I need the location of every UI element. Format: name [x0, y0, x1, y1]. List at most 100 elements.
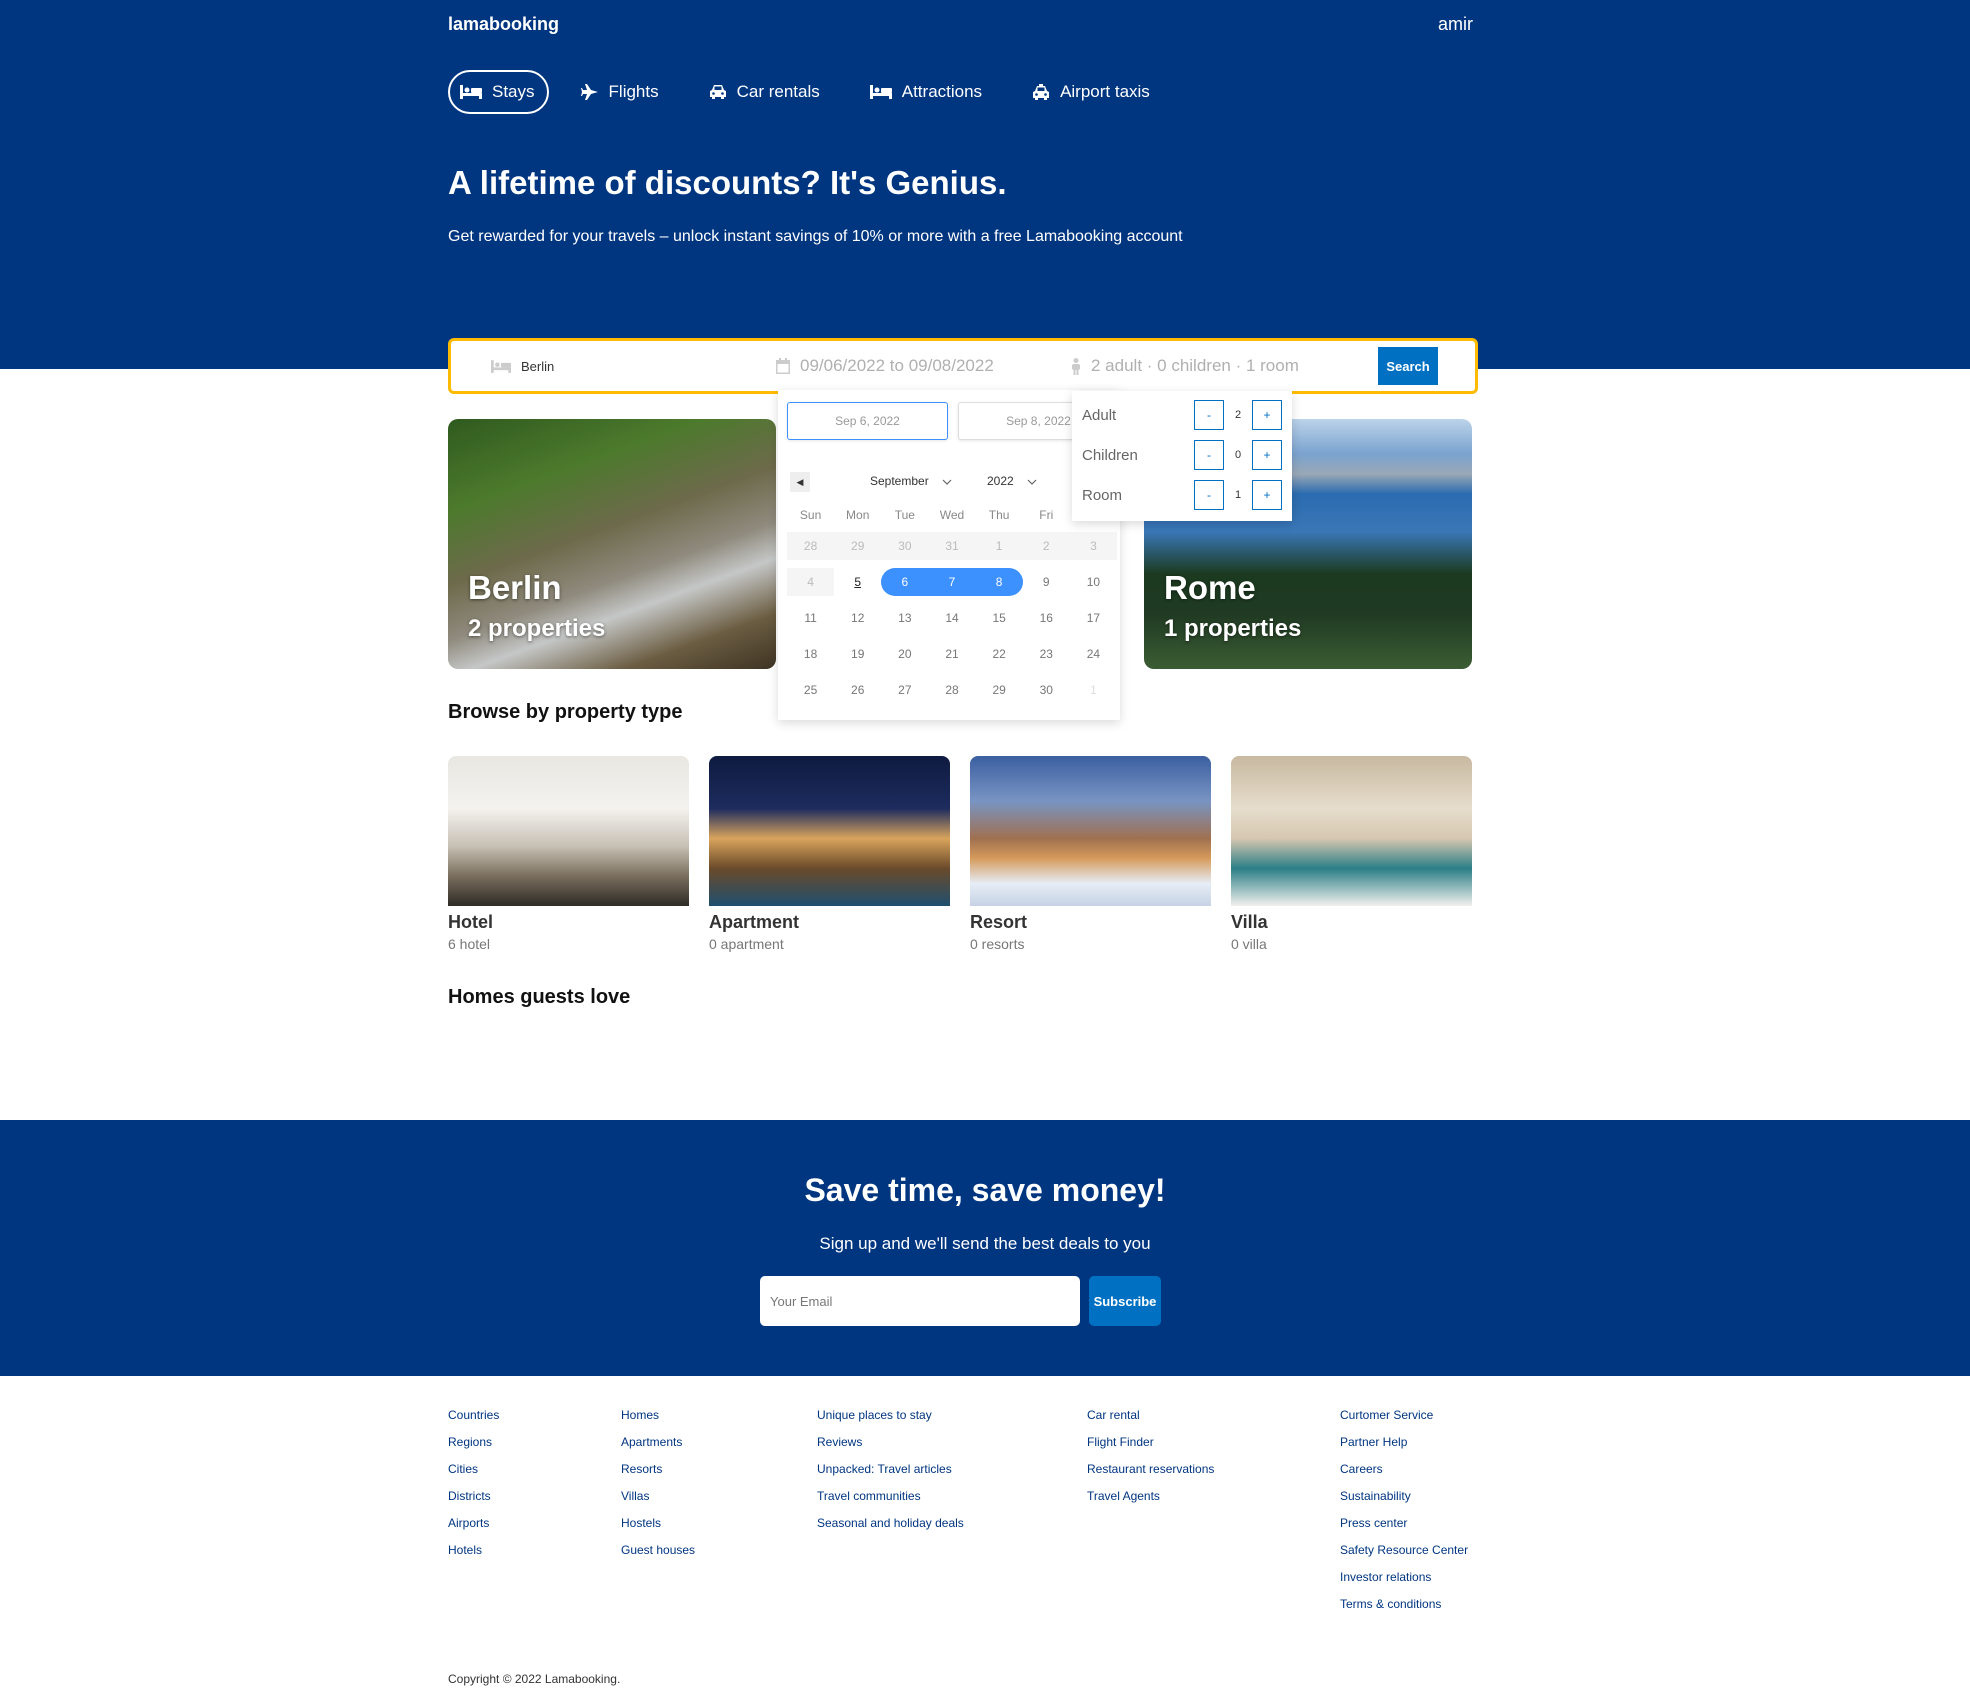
guests-field[interactable]: 2 adult · 0 children · 1 room	[1071, 341, 1299, 391]
calendar-day[interactable]: 2	[1022, 532, 1070, 560]
calendar-day[interactable]: 17	[1070, 604, 1117, 632]
footer-link[interactable]: Car rental	[1087, 1407, 1214, 1434]
calendar-day[interactable]: 25	[787, 676, 834, 704]
calendar-day[interactable]: 14	[928, 604, 975, 632]
footer-link[interactable]: Terms & conditions	[1340, 1596, 1468, 1623]
calendar-day[interactable]: 30	[1023, 676, 1070, 704]
property-type-resort[interactable]: Resort 0 resorts	[970, 756, 1211, 952]
footer-link[interactable]: Districts	[448, 1488, 499, 1515]
property-type-hotel[interactable]: Hotel 6 hotel	[448, 756, 689, 952]
nav-airport-taxis[interactable]: Airport taxis	[1014, 70, 1168, 114]
search-button[interactable]: Search	[1378, 347, 1438, 385]
increment-button[interactable]: +	[1252, 400, 1282, 430]
increment-button[interactable]: +	[1252, 440, 1282, 470]
calendar-day[interactable]: 1	[1070, 676, 1117, 704]
footer-link[interactable]: Travel communities	[817, 1488, 964, 1515]
month-select[interactable]: September	[870, 474, 952, 488]
footer-link[interactable]: Careers	[1340, 1461, 1468, 1488]
nav-stays[interactable]: Stays	[448, 70, 549, 114]
user-name[interactable]: amir	[1437, 14, 1473, 35]
date-range-inputs: Sep 6, 2022 Sep 8, 2022	[787, 402, 1119, 440]
footer-link[interactable]: Travel Agents	[1087, 1488, 1214, 1515]
email-input[interactable]: Your Email	[760, 1276, 1080, 1326]
nav-flights[interactable]: Flights	[563, 70, 677, 114]
start-date-input[interactable]: Sep 6, 2022	[787, 402, 948, 440]
property-image	[709, 756, 950, 906]
property-type-apartment[interactable]: Apartment 0 apartment	[709, 756, 950, 952]
nav-attractions[interactable]: Attractions	[852, 70, 1000, 114]
footer-link[interactable]: Safety Resource Center	[1340, 1542, 1468, 1569]
copyright: Copyright © 2022 Lamabooking.	[448, 1672, 621, 1686]
logo[interactable]: lamabooking	[448, 14, 559, 35]
calendar-day[interactable]: 18	[787, 640, 834, 668]
calendar-day[interactable]: 20	[881, 640, 928, 668]
featured-berlin[interactable]: Berlin 2 properties	[448, 419, 776, 669]
footer-link[interactable]: Sustainability	[1340, 1488, 1468, 1515]
calendar-day[interactable]: 1	[975, 532, 1023, 560]
calendar-day[interactable]: 13	[881, 604, 928, 632]
footer-link[interactable]: Curtomer Service	[1340, 1407, 1468, 1434]
calendar-day[interactable]: 3	[1069, 532, 1117, 560]
calendar-day[interactable]: 27	[881, 676, 928, 704]
increment-button[interactable]: +	[1252, 480, 1282, 510]
calendar-day[interactable]: 16	[1023, 604, 1070, 632]
calendar-day[interactable]: 12	[834, 604, 881, 632]
car-icon	[709, 85, 726, 99]
calendar-day[interactable]: 28	[787, 532, 835, 560]
calendar-day-today[interactable]: 5	[834, 568, 881, 596]
calendar-day[interactable]: 26	[834, 676, 881, 704]
footer-link[interactable]: Guest houses	[621, 1542, 695, 1569]
calendar-day[interactable]: 24	[1070, 640, 1117, 668]
calendar-day-selected[interactable]: 6	[881, 568, 929, 596]
calendar-day[interactable]: 10	[1070, 568, 1117, 596]
calendar-week: 11 12 13 14 15 16 17	[787, 600, 1117, 636]
decrement-button[interactable]: -	[1194, 480, 1224, 510]
nav-car-rentals[interactable]: Car rentals	[691, 70, 838, 114]
calendar-day[interactable]: 28	[928, 676, 975, 704]
destination-field[interactable]: Berlin	[491, 341, 554, 391]
footer-link[interactable]: Cities	[448, 1461, 499, 1488]
option-room: Room - 1 +	[1082, 479, 1282, 511]
footer-link[interactable]: Hostels	[621, 1515, 695, 1542]
footer-link[interactable]: Hotels	[448, 1542, 499, 1569]
footer-link[interactable]: Apartments	[621, 1434, 695, 1461]
calendar-day[interactable]: 31	[928, 532, 976, 560]
footer-link[interactable]: Press center	[1340, 1515, 1468, 1542]
calendar-day[interactable]: 11	[787, 604, 834, 632]
featured-count: 2 properties	[468, 615, 606, 642]
calendar-day-selected[interactable]: 8	[975, 568, 1023, 596]
footer-link[interactable]: Seasonal and holiday deals	[817, 1515, 964, 1542]
property-type-villa[interactable]: Villa 0 villa	[1231, 756, 1472, 952]
footer-link[interactable]: Flight Finder	[1087, 1434, 1214, 1461]
footer-link[interactable]: Resorts	[621, 1461, 695, 1488]
calendar-day[interactable]: 9	[1023, 568, 1070, 596]
footer-link[interactable]: Airports	[448, 1515, 499, 1542]
date-field[interactable]: 09/06/2022 to 09/08/2022	[776, 341, 994, 391]
footer-link[interactable]: Regions	[448, 1434, 499, 1461]
year-select[interactable]: 2022	[987, 474, 1037, 488]
calendar-day[interactable]: 22	[976, 640, 1023, 668]
subscribe-button[interactable]: Subscribe	[1089, 1276, 1161, 1326]
footer-link[interactable]: Partner Help	[1340, 1434, 1468, 1461]
footer-link[interactable]: Reviews	[817, 1434, 964, 1461]
footer-link[interactable]: Countries	[448, 1407, 499, 1434]
footer-link[interactable]: Unpacked: Travel articles	[817, 1461, 964, 1488]
calendar-day[interactable]: 19	[834, 640, 881, 668]
calendar-day[interactable]: 29	[976, 676, 1023, 704]
footer-link[interactable]: Villas	[621, 1488, 695, 1515]
calendar-day-in-range[interactable]: 7	[928, 568, 976, 596]
calendar-day[interactable]: 29	[834, 532, 882, 560]
prev-month-button[interactable]: ◀	[790, 472, 810, 492]
calendar-day[interactable]: 15	[976, 604, 1023, 632]
footer-link[interactable]: Investor relations	[1340, 1569, 1468, 1596]
footer-link[interactable]: Unique places to stay	[817, 1407, 964, 1434]
footer-link[interactable]: Restaurant reservations	[1087, 1461, 1214, 1488]
calendar-day[interactable]: 21	[928, 640, 975, 668]
footer-link[interactable]: Homes	[621, 1407, 695, 1434]
month-label: September	[870, 474, 929, 488]
calendar-day[interactable]: 23	[1023, 640, 1070, 668]
decrement-button[interactable]: -	[1194, 440, 1224, 470]
calendar-day[interactable]: 4	[787, 568, 835, 596]
calendar-day[interactable]: 30	[881, 532, 929, 560]
decrement-button[interactable]: -	[1194, 400, 1224, 430]
